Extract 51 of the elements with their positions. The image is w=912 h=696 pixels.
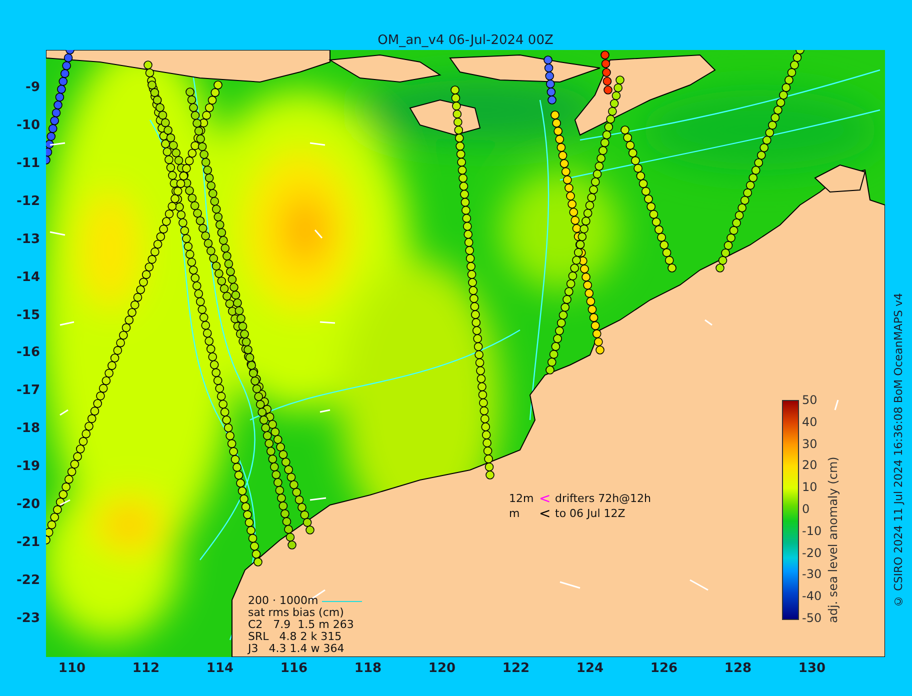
colorbar-label: -20 — [802, 546, 822, 562]
axis-label: 112 — [131, 660, 161, 678]
axis-label: -17 — [16, 382, 40, 400]
colorbar-label: 40 — [802, 414, 818, 431]
axis-label: 118 — [353, 660, 383, 678]
credit-text: © CSIRO 2024 11 Jul 2024 16:36:08 BoM OceanMAPS v4 — [892, 292, 905, 607]
colorbar-label: -10 — [802, 524, 822, 540]
colorbar-label: 0 — [802, 502, 811, 518]
colorbar-title: adj. sea level anomaly (cm) — [826, 456, 840, 623]
axis-label: 128 — [723, 660, 753, 678]
colorbar-label: -30 — [802, 567, 822, 584]
axis-label: -11 — [16, 154, 40, 173]
axis-label: -13 — [16, 230, 40, 249]
stats-row-text: J3 4.3 1.4 w 364 — [248, 643, 346, 655]
axis-label: -23 — [16, 610, 40, 628]
legend-text: drifters 72h@12h — [555, 492, 652, 505]
axis-label: -18 — [16, 420, 40, 438]
colorbar-label: 20 — [802, 458, 818, 474]
axis-label: -9 — [26, 79, 40, 97]
legend-text: to 06 Jul 12Z — [555, 507, 626, 520]
axis-label: -16 — [16, 344, 40, 362]
axis-label: -22 — [16, 572, 40, 590]
colorbar-label: 50 — [802, 393, 818, 409]
axis-label: 114 — [205, 660, 235, 678]
axis-label: -10 — [16, 116, 40, 135]
axis-label: 120 — [427, 660, 457, 678]
depth-label: 12m — [509, 492, 535, 505]
isobath-label: 200 · 1000m — [248, 595, 318, 607]
stats-heading: sat rms bias (cm) — [248, 607, 345, 619]
axis-label: -19 — [16, 458, 40, 476]
axis-label: -20 — [16, 496, 40, 514]
axis-label: -12 — [16, 192, 40, 211]
axis-label: 110 — [57, 660, 87, 678]
colorbar-label: 10 — [802, 480, 818, 496]
axis-label: 122 — [501, 660, 531, 678]
axis-label: -15 — [16, 306, 40, 325]
axis-label: 126 — [649, 660, 679, 678]
stats-row-text: SRL 4.8 2 k 315 — [248, 631, 343, 643]
colorbar-label: 30 — [802, 436, 818, 453]
colorbar-label: -40 — [802, 589, 822, 606]
drifter-symbol: < — [539, 506, 552, 522]
stats-row-text: C2 7.9 1.5 m 263 — [248, 619, 355, 631]
depth-label: m — [509, 507, 521, 520]
axis-label: 124 — [575, 660, 605, 678]
axis-label: 116 — [279, 660, 309, 678]
axis-label: -14 — [16, 268, 40, 287]
map-title: OM_an_v4 06-Jul-2024 00Z — [376, 32, 554, 50]
axis-label: 130 — [797, 660, 827, 678]
colorbar-label: -50 — [802, 610, 822, 627]
drifter-symbol: < — [539, 490, 552, 506]
axis-label: -21 — [16, 534, 40, 552]
